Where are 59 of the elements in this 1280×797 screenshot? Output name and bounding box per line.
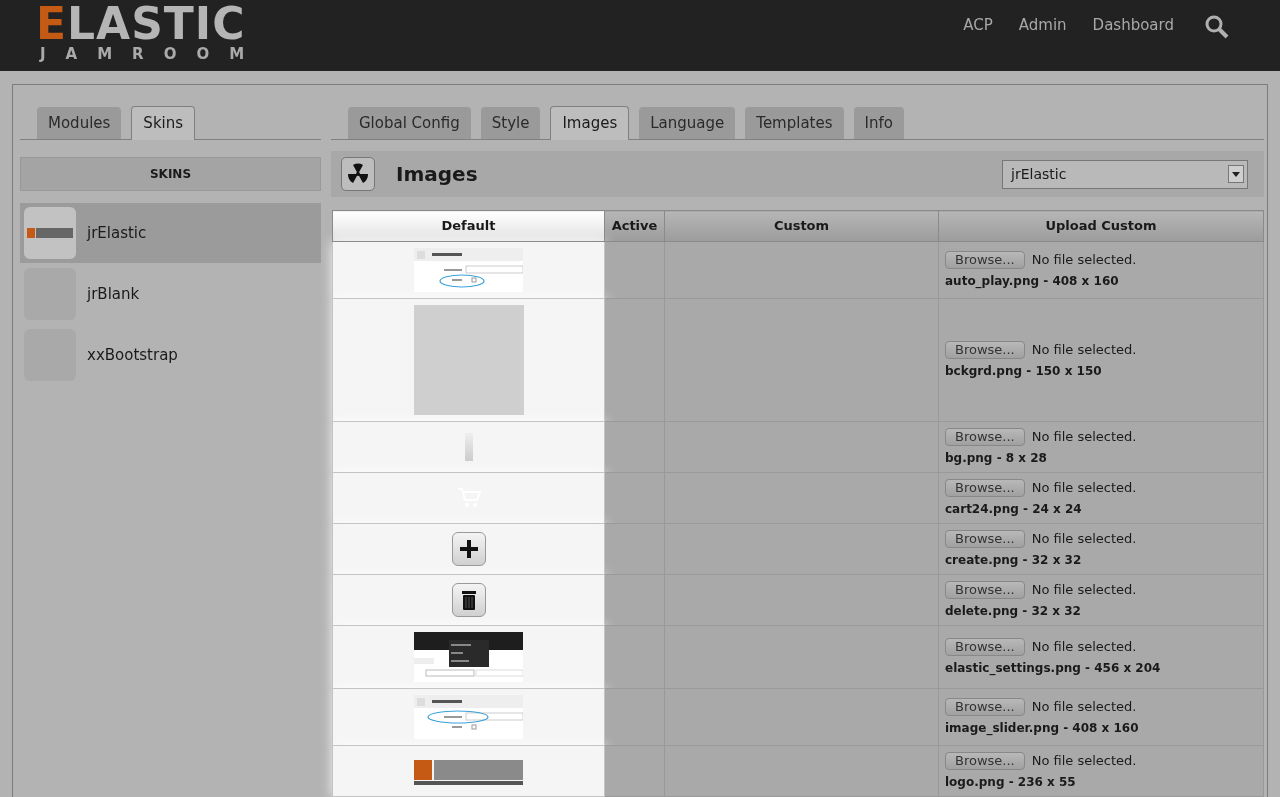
column-header: Custom — [664, 210, 939, 242]
tab[interactable]: Language — [639, 107, 736, 139]
nav-link[interactable]: ACP — [963, 13, 993, 37]
file-status: No file selected. — [1031, 478, 1137, 497]
column-header: Active — [604, 210, 665, 242]
file-info: auto_play.png - 408 x 160 — [945, 273, 1120, 291]
browse-button[interactable]: Browse... — [945, 751, 1025, 770]
skin-name: xxBootstrap — [87, 344, 178, 366]
search-icon[interactable] — [1204, 14, 1230, 40]
gradient-thumbnail — [464, 433, 473, 461]
file-status: No file selected. — [1031, 697, 1137, 716]
column-header: Upload Custom — [938, 210, 1264, 242]
browse-button[interactable]: Browse... — [945, 427, 1025, 446]
radiation-icon — [341, 157, 375, 191]
skin-select[interactable]: jrElastic — [1002, 159, 1248, 189]
browse-button[interactable]: Browse... — [945, 250, 1025, 269]
column-header: Default — [332, 210, 605, 242]
file-status: No file selected. — [1031, 250, 1137, 269]
tab[interactable]: Global Config — [348, 107, 471, 139]
trash-icon — [451, 583, 486, 617]
skin-name: jrBlank — [87, 283, 140, 305]
file-status: No file selected. — [1031, 637, 1137, 656]
tab[interactable]: Info — [853, 107, 904, 139]
tab[interactable]: Style — [480, 107, 541, 139]
sidebar-header: SKINS — [20, 157, 321, 191]
file-info: image_slider.png - 408 x 160 — [945, 720, 1140, 738]
skin-item[interactable]: jrBlank — [20, 264, 321, 324]
tab[interactable]: Templates — [745, 107, 844, 139]
tab[interactable]: Skins — [131, 106, 196, 140]
plus-icon — [451, 532, 486, 566]
file-info: cart24.png - 24 x 24 — [945, 501, 1083, 519]
browse-button[interactable]: Browse... — [945, 478, 1025, 497]
skin-item[interactable]: jrElastic — [20, 203, 321, 263]
file-info: bckgrd.png - 150 x 150 — [945, 363, 1103, 381]
browse-button[interactable]: Browse... — [945, 340, 1025, 359]
panel-title: Images — [396, 161, 478, 188]
file-status: No file selected. — [1031, 340, 1137, 359]
file-info: delete.png - 32 x 32 — [945, 603, 1082, 621]
skin-thumbnail — [24, 207, 76, 259]
nav-link[interactable]: Dashboard — [1092, 13, 1174, 37]
skin-item[interactable]: xxBootstrap — [20, 325, 321, 385]
skin-name: jrElastic — [87, 222, 147, 244]
file-status: No file selected. — [1031, 580, 1137, 599]
browse-button[interactable]: Browse... — [945, 580, 1025, 599]
browse-button[interactable]: Browse... — [945, 529, 1025, 548]
browse-button[interactable]: Browse... — [945, 697, 1025, 716]
nav-link[interactable]: Admin — [1018, 13, 1067, 37]
tab[interactable]: Modules — [37, 107, 122, 139]
file-info: logo.png - 236 x 55 — [945, 774, 1077, 792]
tab[interactable]: Images — [550, 106, 630, 140]
file-info: create.png - 32 x 32 — [945, 552, 1083, 570]
logo[interactable]: ELASTIC JAMROOM — [36, 0, 265, 62]
file-status: No file selected. — [1031, 751, 1137, 770]
file-info: bg.png - 8 x 28 — [945, 450, 1048, 468]
dropdown-icon — [1228, 165, 1244, 183]
file-info: elastic_settings.png - 456 x 204 — [945, 660, 1162, 678]
file-status: No file selected. — [1031, 427, 1137, 446]
file-status: No file selected. — [1031, 529, 1137, 548]
browse-button[interactable]: Browse... — [945, 637, 1025, 656]
